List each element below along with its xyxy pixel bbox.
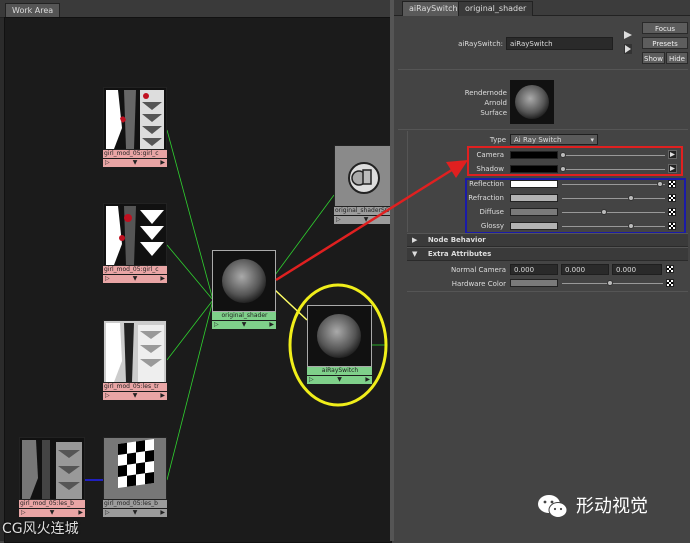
- input-port[interactable]: ▷: [105, 275, 110, 283]
- node-thumbnail: [103, 87, 167, 150]
- node-behavior-section[interactable]: ▶ Node Behavior: [407, 233, 688, 247]
- texture-node-3[interactable]: girl_mod_05:les_tr ▷ ▼ ▶: [103, 320, 167, 403]
- node-ports[interactable]: ▷ ▼ ▶: [103, 275, 167, 283]
- focus-button[interactable]: Focus: [642, 22, 688, 34]
- hardware-color-slider-knob[interactable]: [607, 280, 613, 286]
- hardware-color-swatch[interactable]: [510, 279, 558, 287]
- checker-preview: [104, 438, 166, 499]
- node-label: original_shader: [212, 312, 276, 320]
- node-thumbnail: [103, 437, 167, 500]
- hide-button[interactable]: Hide: [666, 52, 688, 64]
- output-port[interactable]: ▶: [78, 509, 83, 517]
- output-port[interactable]: ▶: [160, 509, 165, 517]
- texture-node-2[interactable]: girl_mod_05:girl_c ▷ ▼ ▶: [103, 203, 167, 286]
- normal-camera-z-field[interactable]: 0.000: [612, 264, 662, 275]
- texture-node-5[interactable]: girl_mod_05:les_b ▷ ▼ ▶: [103, 437, 167, 520]
- node-thumbnail: [19, 437, 85, 500]
- input-port[interactable]: ▷: [21, 509, 26, 517]
- texture-preview: [104, 321, 166, 382]
- watermark-right: 形动视觉: [576, 496, 648, 517]
- node-ports[interactable]: ▷ ▼ ▶: [103, 509, 167, 517]
- tab-original-shader[interactable]: original_shader: [458, 1, 534, 16]
- normal-camera-map-icon[interactable]: [666, 265, 674, 273]
- node-label: girl_mod_05:les_b: [19, 500, 85, 508]
- swatch-caption: Rendernode Arnold Surface: [464, 89, 507, 117]
- material-swatch[interactable]: [510, 80, 554, 124]
- node-label: girl_mod_05:girl_c: [103, 150, 167, 158]
- red-highlight-box: [467, 146, 683, 176]
- node-ports[interactable]: ▷ ▼ ▶: [212, 321, 276, 329]
- expand-port[interactable]: ▼: [133, 392, 138, 400]
- normal-camera-label: Normal Camera: [450, 266, 506, 274]
- node-ports[interactable]: ▷ ▼ ▶: [19, 509, 85, 517]
- type-value: Ai Ray Switch: [514, 136, 562, 144]
- node-label: girl_mod_05:girl_c: [103, 266, 167, 274]
- expand-port[interactable]: ▼: [242, 321, 247, 329]
- node-ports[interactable]: ▷ ▼ ▶: [103, 392, 167, 400]
- expand-port[interactable]: ▼: [50, 509, 55, 517]
- normal-camera-x-field[interactable]: 0.000: [510, 264, 558, 275]
- type-label: Type: [489, 136, 506, 144]
- output-port[interactable]: ▶: [269, 321, 274, 329]
- connection-n3-orig: [166, 299, 214, 361]
- output-port[interactable]: ▶: [160, 392, 165, 400]
- node-name-field[interactable]: aiRaySwitch: [506, 37, 613, 50]
- node-thumbnail: [212, 250, 276, 312]
- output-port[interactable]: ▶: [160, 275, 165, 283]
- extra-attributes-section[interactable]: ▼ Extra Attributes: [407, 247, 688, 261]
- focus-arrow-icon[interactable]: [624, 31, 632, 39]
- node-label: girl_mod_05:les_b: [103, 500, 167, 508]
- connection-n5-orig: [166, 299, 214, 481]
- hardware-color-label: Hardware Color: [451, 280, 506, 288]
- divider: [398, 69, 688, 70]
- wechat-icon: [535, 488, 571, 524]
- node-ports[interactable]: ▷ ▼ ▶: [103, 159, 167, 167]
- texture-node-4[interactable]: girl_mod_05:les_b ▷ ▼ ▶: [19, 437, 85, 520]
- texture-preview: [104, 204, 166, 265]
- type-dropdown[interactable]: Ai Ray Switch ▾: [510, 134, 598, 145]
- input-port[interactable]: ▷: [214, 321, 219, 329]
- node-name-label: aiRaySwitch:: [458, 40, 503, 48]
- hardware-color-map-icon[interactable]: [666, 279, 674, 287]
- chevron-down-icon: ▾: [590, 136, 594, 144]
- divider: [407, 291, 688, 292]
- output-port[interactable]: ▶: [160, 159, 165, 167]
- tab-airayswitch[interactable]: aiRaySwitch: [402, 1, 465, 16]
- texture-preview: [104, 88, 166, 149]
- collapse-arrow-icon: ▼: [412, 250, 418, 258]
- expand-arrow-icon: ▶: [412, 236, 418, 244]
- input-port[interactable]: ▷: [105, 509, 110, 517]
- input-port[interactable]: ▷: [105, 392, 110, 400]
- normal-camera-y-field[interactable]: 0.000: [561, 264, 609, 275]
- expand-port[interactable]: ▼: [133, 275, 138, 283]
- section-title: Extra Attributes: [427, 250, 492, 258]
- output-arrow-icon[interactable]: [624, 44, 632, 54]
- expand-port[interactable]: ▼: [133, 509, 138, 517]
- input-port[interactable]: ▷: [105, 159, 110, 167]
- divider: [398, 129, 688, 130]
- watermark-left: CG风火连城: [2, 521, 79, 537]
- texture-node-1[interactable]: girl_mod_05:girl_c ▷ ▼ ▶: [103, 87, 167, 170]
- shader-sphere-preview: [222, 259, 266, 303]
- node-thumbnail: [103, 203, 167, 266]
- section-title: Node Behavior: [427, 236, 486, 244]
- node-label: girl_mod_05:les_tr: [103, 383, 167, 391]
- connection-n1-orig: [166, 129, 214, 301]
- yellow-highlight-circle: [288, 283, 388, 407]
- attribute-editor-tabbar: aiRaySwitch original_shader: [394, 0, 690, 16]
- original-shader-node[interactable]: original_shader ▷ ▼ ▶: [212, 250, 276, 332]
- expand-port[interactable]: ▼: [133, 159, 138, 167]
- presets-button[interactable]: Presets: [642, 37, 688, 49]
- connection-n2-orig: [166, 244, 214, 301]
- texture-preview: [20, 438, 84, 499]
- blue-highlight-box: [465, 178, 686, 234]
- show-button[interactable]: Show: [642, 52, 665, 64]
- node-thumbnail: [103, 320, 167, 383]
